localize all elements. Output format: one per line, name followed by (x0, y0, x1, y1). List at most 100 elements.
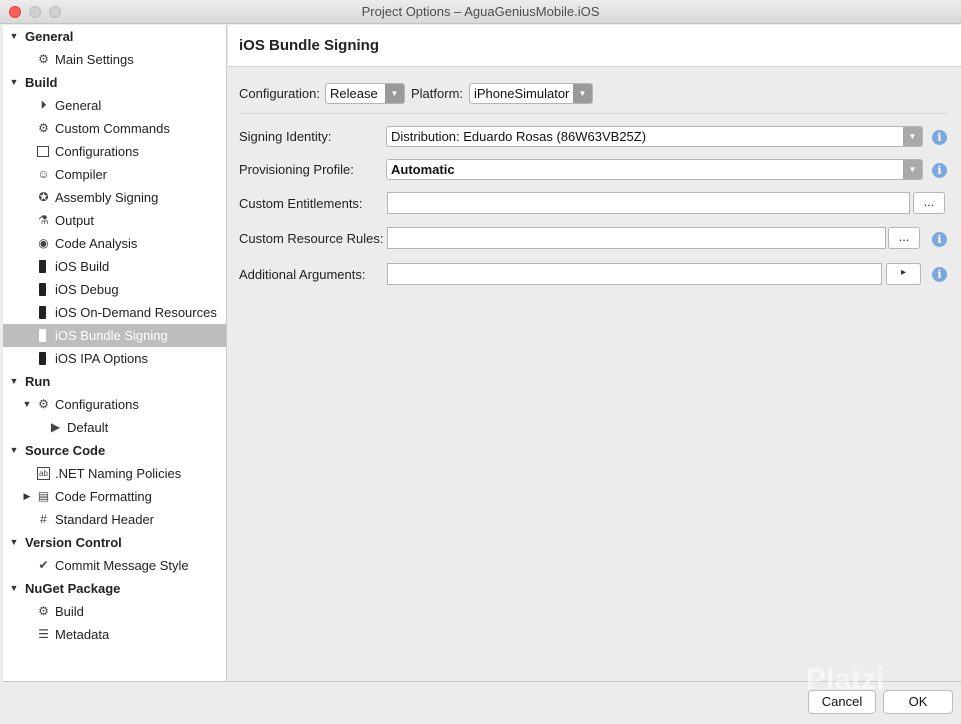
tree-item-nuget-build[interactable]: ⚙ Build (3, 600, 226, 623)
custom-entitlements-label: Custom Entitlements: (239, 196, 363, 211)
tree-item-label: NuGet Package (25, 581, 121, 596)
chevron-down-icon: ▼ (573, 84, 592, 103)
tree-category-nuget-package[interactable]: ▼ NuGet Package (3, 577, 226, 600)
configuration-dropdown[interactable]: Release ▼ (325, 83, 405, 104)
tree-item-metadata[interactable]: ☰ Metadata (3, 623, 226, 646)
tree-item-label: Commit Message Style (55, 558, 189, 573)
tree-item-label: Code Analysis (55, 236, 138, 251)
custom-resource-rules-input[interactable] (387, 227, 886, 249)
options-panel: iOS Bundle Signing (228, 25, 961, 681)
tree-item-standard-header[interactable]: # Standard Header (3, 508, 226, 531)
tree-category-run[interactable]: ▼ Run (3, 370, 226, 393)
additional-arguments-input[interactable] (387, 263, 882, 285)
additional-arguments-label: Additional Arguments: (239, 267, 366, 282)
tree-item-ios-bundle-signing[interactable]: iOS Bundle Signing (3, 324, 226, 347)
signing-identity-label: Signing Identity: (239, 129, 332, 144)
hash-icon: # (40, 512, 47, 526)
phone-icon (39, 352, 46, 365)
chevron-down-icon: ▼ (903, 127, 922, 146)
phone-icon (39, 306, 46, 319)
info-icon[interactable]: i (932, 232, 947, 247)
platform-label: Platform: (411, 86, 464, 101)
disclosure-triangle-icon[interactable]: ▼ (8, 531, 20, 554)
signing-identity-value: Distribution: Eduardo Rosas (86W63VB25Z) (391, 129, 647, 144)
info-icon[interactable]: i (932, 163, 947, 178)
disclosure-triangle-icon[interactable]: ▶ (21, 485, 33, 508)
chevron-down-icon: ▼ (903, 160, 922, 179)
tree-item-label: Code Formatting (55, 489, 152, 504)
tree-item-code-analysis[interactable]: ◉ Code Analysis (3, 232, 226, 255)
panel-title: iOS Bundle Signing (239, 37, 379, 54)
tree-item-label: iOS Bundle Signing (55, 328, 168, 343)
tree-item-assembly-signing[interactable]: ✪ Assembly Signing (3, 186, 226, 209)
tree-item-label: iOS On-Demand Resources (55, 305, 217, 320)
tree-item-commit-message-style[interactable]: ✔ Commit Message Style (3, 554, 226, 577)
tree-item-default[interactable]: ▶ Default (3, 416, 226, 439)
play-bar-icon: ⏵ (40, 98, 47, 112)
tree-item-build-general[interactable]: ⏵ General (3, 94, 226, 117)
gear-icon: ⚙ (38, 121, 49, 135)
cancel-button[interactable]: Cancel (808, 690, 876, 714)
disclosure-triangle-icon[interactable]: ▼ (8, 25, 20, 48)
tree-item-label: General (55, 98, 102, 113)
tree-item-label: General (25, 29, 74, 44)
window-title: Project Options – AguaGeniusMobile.iOS (361, 4, 600, 19)
info-icon[interactable]: i (932, 267, 947, 282)
tree-item-compiler[interactable]: ☺ Compiler (3, 163, 226, 186)
gear-icon: ⚙ (38, 604, 49, 618)
window-icon (37, 146, 49, 157)
tree-category-build[interactable]: ▼ Build (3, 71, 226, 94)
custom-entitlements-browse-button[interactable]: ... (913, 192, 945, 214)
tree-item-ios-ipa-options[interactable]: iOS IPA Options (3, 347, 226, 370)
list-icon: ☰ (38, 627, 49, 641)
tree-item-configurations[interactable]: Configurations (3, 140, 226, 163)
tree-item-ios-on-demand-resources[interactable]: iOS On-Demand Resources (3, 301, 226, 324)
tree-item-label: Compiler (55, 167, 108, 182)
platform-dropdown[interactable]: iPhoneSimulator ▼ (469, 83, 593, 104)
tree-item-run-configurations[interactable]: ▼ ⚙ Configurations (3, 393, 226, 416)
additional-arguments-menu-button[interactable]: ▸ (886, 263, 921, 285)
custom-entitlements-input[interactable] (387, 192, 910, 214)
seal-icon: ✪ (38, 190, 49, 204)
custom-resource-rules-browse-button[interactable]: ... (888, 227, 920, 249)
provisioning-profile-label: Provisioning Profile: (239, 162, 354, 177)
platform-value: iPhoneSimulator (474, 86, 570, 101)
configuration-value: Release (330, 86, 378, 101)
tree-item-label: Assembly Signing (55, 190, 159, 205)
signing-identity-dropdown[interactable]: Distribution: Eduardo Rosas (86W63VB25Z)… (386, 126, 923, 147)
tree-item-label: Configurations (55, 397, 139, 412)
tree-category-general[interactable]: ▼ General (3, 25, 226, 48)
tree-item-label: Output (55, 213, 95, 228)
tree-item-label: iOS IPA Options (55, 351, 148, 366)
tree-item-main-settings[interactable]: ⚙ Main Settings (3, 48, 226, 71)
info-icon[interactable]: i (932, 130, 947, 145)
tree-item-label: Custom Commands (55, 121, 170, 136)
configuration-label: Configuration: (239, 86, 320, 101)
tree-item-output[interactable]: ⚗ Output (3, 209, 226, 232)
disclosure-triangle-icon[interactable]: ▼ (8, 577, 20, 600)
provisioning-profile-dropdown[interactable]: Automatic ▼ (386, 159, 923, 180)
tree-item-label: Build (55, 604, 84, 619)
flask-icon: ⚗ (38, 213, 49, 227)
title-bar: Project Options – AguaGeniusMobile.iOS (0, 0, 961, 24)
disclosure-triangle-icon[interactable]: ▼ (21, 393, 33, 416)
tree-item-label: iOS Debug (55, 282, 119, 297)
tree-item-label: .NET Naming Policies (55, 466, 182, 481)
disclosure-triangle-icon[interactable]: ▼ (8, 370, 20, 393)
tree-item-naming-policies[interactable]: ab .NET Naming Policies (3, 462, 226, 485)
tree-category-version-control[interactable]: ▼ Version Control (3, 531, 226, 554)
chevron-down-icon: ▼ (385, 84, 404, 103)
tree-item-label: Run (25, 374, 51, 389)
tree-item-label: Build (25, 75, 58, 90)
tree-category-source-code[interactable]: ▼ Source Code (3, 439, 226, 462)
tree-item-ios-debug[interactable]: iOS Debug (3, 278, 226, 301)
phone-icon (39, 283, 46, 296)
tree-item-label: Version Control (25, 535, 122, 550)
disclosure-triangle-icon[interactable]: ▼ (8, 439, 20, 462)
disclosure-triangle-icon[interactable]: ▼ (8, 71, 20, 94)
tree-item-label: Main Settings (55, 52, 134, 67)
tree-item-ios-build[interactable]: iOS Build (3, 255, 226, 278)
tree-item-code-formatting[interactable]: ▶ ▤ Code Formatting (3, 485, 226, 508)
tree-item-custom-commands[interactable]: ⚙ Custom Commands (3, 117, 226, 140)
ok-button[interactable]: OK (883, 690, 953, 714)
